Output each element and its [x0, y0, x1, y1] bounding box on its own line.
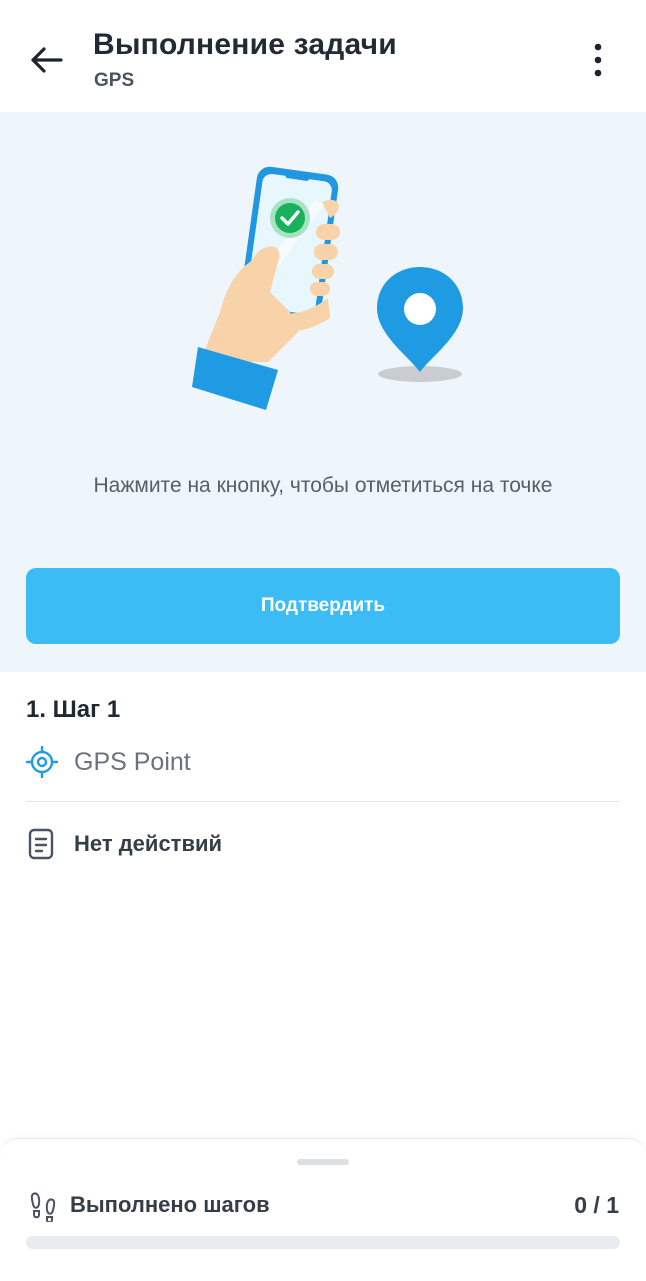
app-header: Выполнение задачи GPS [0, 0, 646, 112]
steps-completed-label: Выполнено шагов [70, 1192, 270, 1217]
page-subtitle: GPS [94, 70, 135, 91]
gps-point-row: GPS Point [26, 742, 191, 782]
checkin-instruction: Нажмите на кнопку, чтобы отметиться на т… [93, 474, 553, 497]
steps-completed-count: 0 / 1 [574, 1192, 619, 1218]
drag-handle[interactable] [297, 1159, 349, 1165]
document-icon [28, 828, 54, 860]
divider [26, 801, 620, 802]
confirm-button-label: Подтвердить [260, 595, 386, 616]
hand-phone-location-illustration [192, 166, 463, 410]
page-title: Выполнение задачи [93, 28, 397, 61]
arrow-left-icon [31, 47, 63, 73]
more-options-button[interactable] [576, 36, 620, 84]
no-actions-label: Нет действий [74, 831, 223, 856]
back-button[interactable] [22, 36, 70, 84]
steps-progress-bar [26, 1236, 620, 1249]
gps-checkin-panel: Нажмите на кнопку, чтобы отметиться на т… [0, 112, 646, 672]
progress-bottom-sheet[interactable]: Выполнено шагов 0 / 1 [0, 1138, 646, 1281]
step-title: 1. Шаг 1 [26, 696, 121, 723]
confirm-button[interactable]: Подтвердить [26, 568, 620, 644]
gps-target-icon [26, 746, 58, 778]
gps-point-label: GPS Point [74, 747, 191, 776]
footsteps-icon [30, 1192, 56, 1222]
actions-row: Нет действий [26, 824, 222, 864]
more-vertical-icon [594, 43, 602, 77]
